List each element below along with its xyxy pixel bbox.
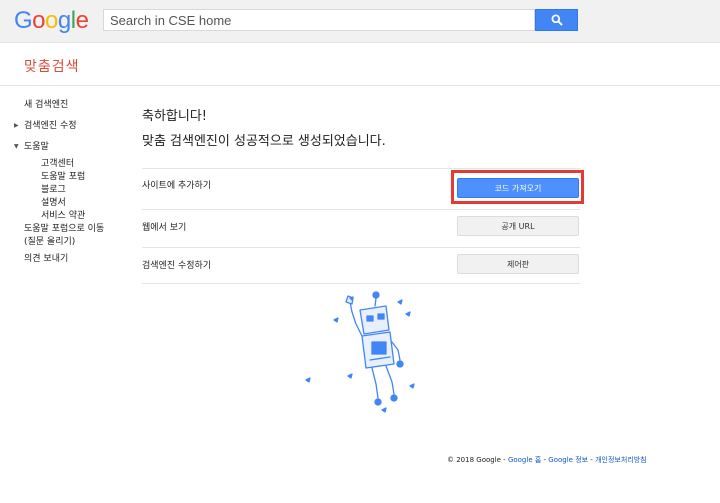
sidebar-subitem-blog[interactable]: 블로그 (41, 184, 66, 196)
sidebar-item-edit-engine[interactable]: 검색엔진 수정 (24, 120, 77, 132)
search-button[interactable] (535, 9, 578, 31)
logo-letter: o (32, 7, 46, 34)
footer-separator: - (500, 456, 508, 464)
control-panel-button[interactable]: 제어판 (457, 254, 579, 274)
sidebar-subitem-docs[interactable]: 설명서 (41, 197, 66, 209)
footer-separator: - (588, 456, 596, 464)
success-message: 맞춤 검색엔진이 성공적으로 생성되었습니다. (142, 134, 386, 149)
footer: © 2018 Google - Google 홈 - Google 정보 - 개… (447, 455, 647, 465)
top-bar: Google (0, 0, 720, 43)
row-label: 검색엔진 수정하기 (142, 261, 212, 271)
search-box (103, 9, 535, 31)
search-icon (551, 14, 563, 26)
congrats-heading: 축하합니다! (142, 109, 208, 124)
row-label: 사이트에 추가하기 (142, 181, 212, 191)
row-edit-engine: 검색엔진 수정하기 제어판 (142, 247, 580, 284)
sidebar-subitem-help-center[interactable]: 고객센터 (41, 158, 74, 170)
public-url-button[interactable]: 공개 URL (457, 216, 579, 236)
highlight-box (451, 170, 584, 204)
footer-link-privacy[interactable]: 개인정보처리방침 (595, 456, 647, 464)
footer-link-google-home[interactable]: Google 홈 (508, 456, 541, 464)
logo-letter: g (57, 7, 71, 34)
caret-right-icon[interactable]: ▶ (14, 122, 19, 129)
sub-header: 맞춤검색 (0, 43, 720, 86)
row-divider (142, 283, 580, 284)
google-logo[interactable]: Google (14, 7, 89, 35)
product-title[interactable]: 맞춤검색 (24, 56, 80, 76)
logo-letter: e (75, 7, 89, 34)
row-label: 웹에서 보기 (142, 223, 187, 233)
sidebar-item-help[interactable]: 도움말 (24, 141, 49, 153)
copyright-text: © 2018 Google (447, 456, 501, 464)
footer-link-about-google[interactable]: Google 정보 (548, 456, 588, 464)
logo-letter: G (14, 7, 33, 34)
row-view-on-web: 웹에서 보기 공개 URL (142, 209, 580, 247)
sidebar-item-feedback[interactable]: 의견 보내기 (24, 253, 68, 265)
sidebar-subitem-terms[interactable]: 서비스 약관 (41, 210, 85, 222)
caret-down-icon[interactable]: ▼ (14, 143, 19, 150)
sidebar-item-forum-link[interactable]: 도움말 포럼으로 이동 (24, 223, 104, 235)
search-input[interactable] (104, 10, 534, 31)
sidebar-item-forum-link-sub[interactable]: (질문 올리기) (24, 236, 75, 248)
robot-illustration (305, 291, 415, 413)
sidebar-subitem-help-forum[interactable]: 도움말 포럼 (41, 171, 85, 183)
logo-letter: o (45, 7, 58, 34)
sidebar-item-new-engine[interactable]: 새 검색엔진 (24, 99, 68, 111)
